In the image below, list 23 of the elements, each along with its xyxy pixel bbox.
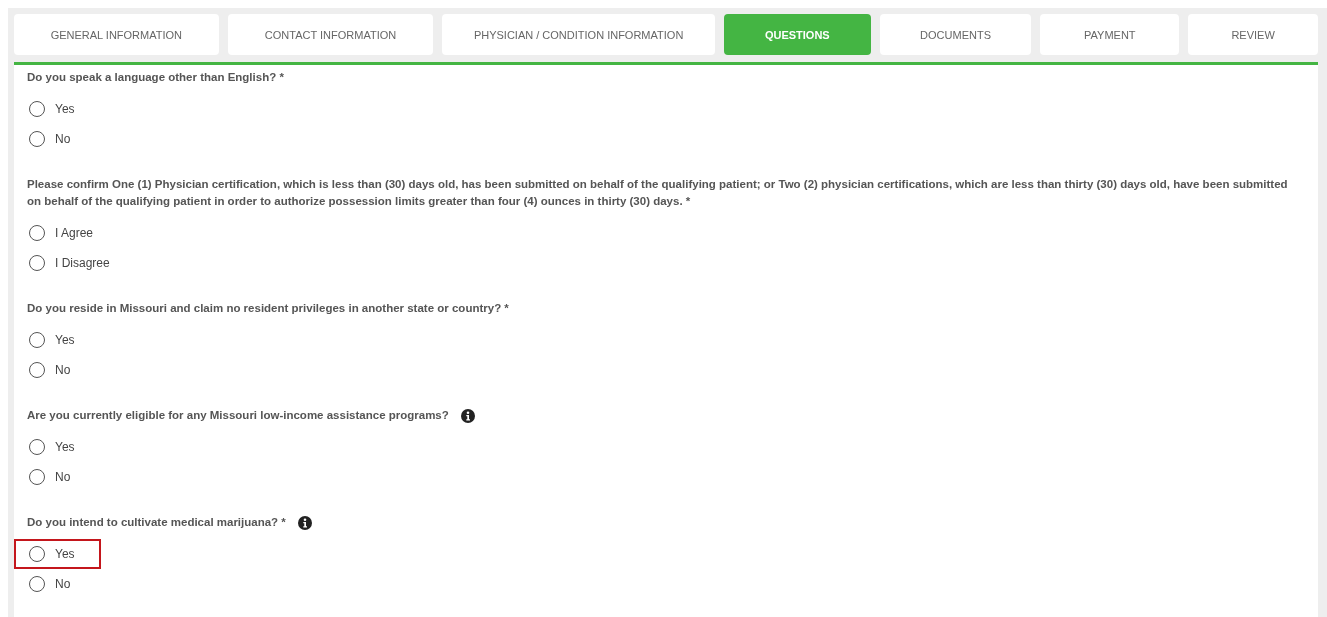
option-label: Yes: [55, 333, 75, 347]
wizard-tab[interactable]: PHYSICIAN / CONDITION INFORMATION: [442, 14, 715, 55]
question-text: Please confirm One (1) Physician certification, which is less than (30) days old, has been submitted on behalf of the qualifying patient; or Two (2) physician certifications, which are less than thirty (30) days old, have been submitted on behalf of the qualifying patient in order to authorize possession limits greater than four (4) ounces in thirty (30) days. *: [27, 177, 1289, 209]
option-label: Yes: [55, 440, 75, 454]
question-text: Do you speak a language other than English? *: [27, 70, 284, 85]
question-text: Are you currently eligible for any Missouri low-income assistance programs?: [27, 408, 449, 423]
option-label: No: [55, 470, 71, 484]
option-label: No: [55, 132, 71, 146]
wizard-tab[interactable]: GENERAL INFORMATION: [14, 14, 219, 55]
info-icon[interactable]: [460, 408, 475, 423]
wizard-tab[interactable]: PAYMENT: [1040, 14, 1180, 55]
option-label: No: [55, 363, 71, 377]
option-label: No: [55, 577, 71, 591]
wizard-tab[interactable]: CONTACT INFORMATION: [227, 14, 434, 55]
option-label: Yes: [55, 102, 75, 116]
option-label: I Agree: [55, 226, 94, 240]
option-label: Yes: [55, 547, 75, 561]
question-text: Do you intend to cultivate medical marijuana? *: [27, 515, 286, 530]
info-icon[interactable]: [297, 515, 312, 530]
question-text: Do you reside in Missouri and claim no resident privileges in another state or country? *: [27, 301, 509, 316]
wizard-tab[interactable]: DOCUMENTS: [879, 14, 1032, 55]
wizard-tab[interactable]: REVIEW: [1188, 14, 1318, 55]
option-label: I Disagree: [55, 256, 110, 270]
